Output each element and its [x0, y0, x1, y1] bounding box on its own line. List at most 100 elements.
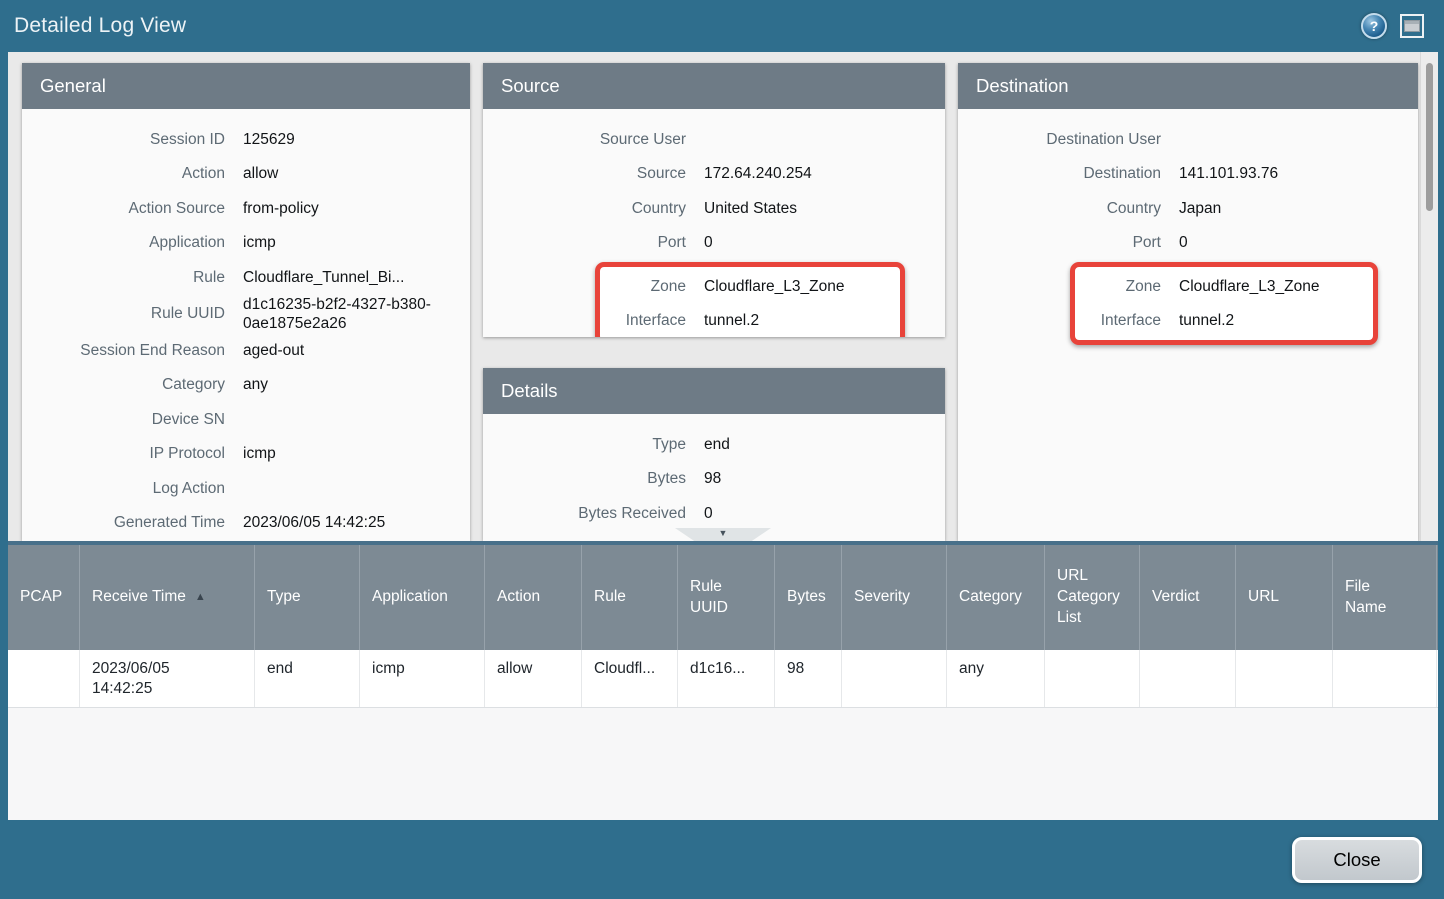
source-panel-header: Source — [483, 63, 945, 109]
close-button[interactable]: Close — [1292, 837, 1422, 883]
field-row-bytes: Bytes 98 — [483, 462, 945, 497]
field-row-rule: RuleCloudflare_Tunnel_Bi... — [22, 260, 470, 295]
column-header-file-name[interactable]: File Name — [1333, 545, 1437, 650]
field-row-source: Source172.64.240.254 — [483, 157, 945, 192]
column-label: Action — [497, 587, 540, 608]
dialog-titlebar: Detailed Log View ? — [0, 0, 1444, 52]
column-header-url-category-list[interactable]: URL Category List — [1045, 545, 1140, 650]
vertical-scrollbar-thumb[interactable] — [1426, 63, 1433, 211]
column-header-category[interactable]: Category — [947, 545, 1045, 650]
field-value: 0 — [1179, 233, 1418, 252]
window-restore-icon[interactable] — [1400, 14, 1424, 38]
field-row-country: CountryUnited States — [483, 191, 945, 226]
field-row-country: CountryJapan — [958, 191, 1418, 226]
field-label: Zone — [1075, 277, 1161, 296]
cell-severity — [842, 650, 947, 707]
column-label: Category — [959, 587, 1022, 608]
window-restore-inner — [1404, 20, 1420, 32]
field-row-type: Typeend — [483, 427, 945, 462]
dialog-content: General Session ID125629ActionallowActio… — [8, 52, 1438, 820]
column-label: Receive Time — [92, 587, 186, 608]
column-label: Application — [372, 587, 448, 608]
field-row-generated-time: Generated Time2023/06/05 14:42:25 — [22, 506, 470, 541]
column-label: PCAP — [20, 587, 62, 608]
field-value: tunnel.2 — [704, 311, 900, 330]
column-label: File Name — [1345, 577, 1386, 619]
column-header-severity[interactable]: Severity — [842, 545, 947, 650]
log-table-row[interactable]: 2023/06/05 14:42:25endicmpallowCloudfl..… — [8, 650, 1438, 708]
column-header-url[interactable]: URL — [1236, 545, 1333, 650]
cell-category: any — [947, 650, 1045, 707]
field-row-session-end-reason: Session End Reasonaged-out — [22, 333, 470, 368]
destination-panel: Destination Destination UserDestination1… — [958, 63, 1418, 541]
field-row-application: Applicationicmp — [22, 226, 470, 261]
column-label: Verdict — [1152, 587, 1199, 608]
field-row-action: Actionallow — [22, 157, 470, 192]
log-table-panel: ▼ PCAPReceive Time▲TypeApplicationAction… — [8, 541, 1438, 820]
sort-asc-icon: ▲ — [195, 590, 206, 605]
field-value: tunnel.2 — [1179, 311, 1373, 330]
field-value: Cloudflare_L3_Zone — [1179, 277, 1373, 296]
field-row-category: Category any — [22, 368, 470, 403]
field-row-interface: Interfacetunnel.2 — [600, 304, 900, 338]
page-title: Detailed Log View — [14, 14, 1361, 38]
vertical-scrollbar-track[interactable] — [1420, 52, 1438, 541]
source-panel: Source Source User Source172.64.240.254Co… — [483, 63, 945, 337]
column-label: Rule — [594, 587, 626, 608]
help-icon[interactable]: ? — [1361, 13, 1387, 39]
column-header-bytes[interactable]: Bytes — [775, 545, 842, 650]
details-panel-body: Typeend Bytes 98 Bytes Received0 — [483, 414, 945, 531]
field-row-session-id: Session ID 125629 — [22, 122, 470, 157]
field-label: Action Source — [22, 199, 225, 218]
column-header-type[interactable]: Type — [255, 545, 360, 650]
field-value: from-policy — [243, 199, 470, 218]
cell-url-category-list — [1045, 650, 1140, 707]
log-table-header: PCAP Receive Time ▲ Type Application Action Ru… — [8, 545, 1438, 650]
field-label: Destination User — [958, 130, 1161, 149]
column-header-pcap[interactable]: PCAP — [8, 545, 80, 650]
field-value: 0 — [704, 504, 945, 523]
field-label: Zone — [600, 277, 686, 296]
field-label: Rule UUID — [22, 304, 225, 323]
field-label: Category — [22, 375, 225, 394]
field-label: Interface — [1075, 311, 1161, 330]
field-row-action-source: Action Source from-policy — [22, 191, 470, 226]
middle-column: Source Source User Source172.64.240.254Co… — [483, 63, 945, 541]
field-label: Session ID — [22, 130, 225, 149]
column-header-receive-time[interactable]: Receive Time ▲ — [80, 545, 255, 650]
field-row-zone: Zone Cloudflare_L3_Zone — [1075, 269, 1373, 304]
field-value: 2023/06/05 14:42:25 — [243, 513, 470, 532]
zone-interface-highlight: Zone Cloudflare_L3_Zone Interfacetunnel.2 — [595, 262, 905, 337]
column-header-action[interactable]: Action — [485, 545, 582, 650]
field-row-interface: Interface tunnel.2 — [1075, 304, 1373, 339]
field-label: Bytes — [483, 469, 686, 488]
field-value: 0 — [704, 233, 945, 252]
field-row-ip-protocol: IP Protocol icmp — [22, 437, 470, 472]
field-value: Cloudflare_L3_Zone — [704, 277, 900, 296]
field-label: Log Action — [22, 479, 225, 498]
field-value: 125629 — [243, 130, 470, 149]
field-label: Source User — [483, 130, 686, 149]
column-header-rule-uuid[interactable]: Rule UUID — [678, 545, 775, 650]
field-value: 98 — [704, 469, 945, 488]
field-label: Country — [958, 199, 1161, 218]
cell-receive-time: 2023/06/05 14:42:25 — [80, 650, 255, 707]
log-table-body: 2023/06/05 14:42:25endicmpallowCloudfl..… — [8, 650, 1438, 708]
column-header-verdict[interactable]: Verdict — [1140, 545, 1236, 650]
cell-url — [1236, 650, 1333, 707]
field-value: 141.101.93.76 — [1179, 164, 1418, 183]
field-label: Source — [483, 164, 686, 183]
column-header-rule[interactable]: Rule — [582, 545, 678, 650]
titlebar-icons: ? — [1361, 13, 1424, 39]
field-label: IP Protocol — [22, 444, 225, 463]
field-label: Destination — [958, 164, 1161, 183]
column-label: Severity — [854, 587, 910, 608]
column-label: Type — [267, 587, 301, 608]
field-value: any — [243, 375, 470, 394]
cell-bytes: 98 — [775, 650, 842, 707]
field-value: icmp — [243, 444, 470, 463]
field-row-destination-user: Destination User — [958, 122, 1418, 157]
column-label: Bytes — [787, 587, 826, 608]
column-header-application[interactable]: Application — [360, 545, 485, 650]
field-row-bytes-received: Bytes Received0 — [483, 496, 945, 531]
